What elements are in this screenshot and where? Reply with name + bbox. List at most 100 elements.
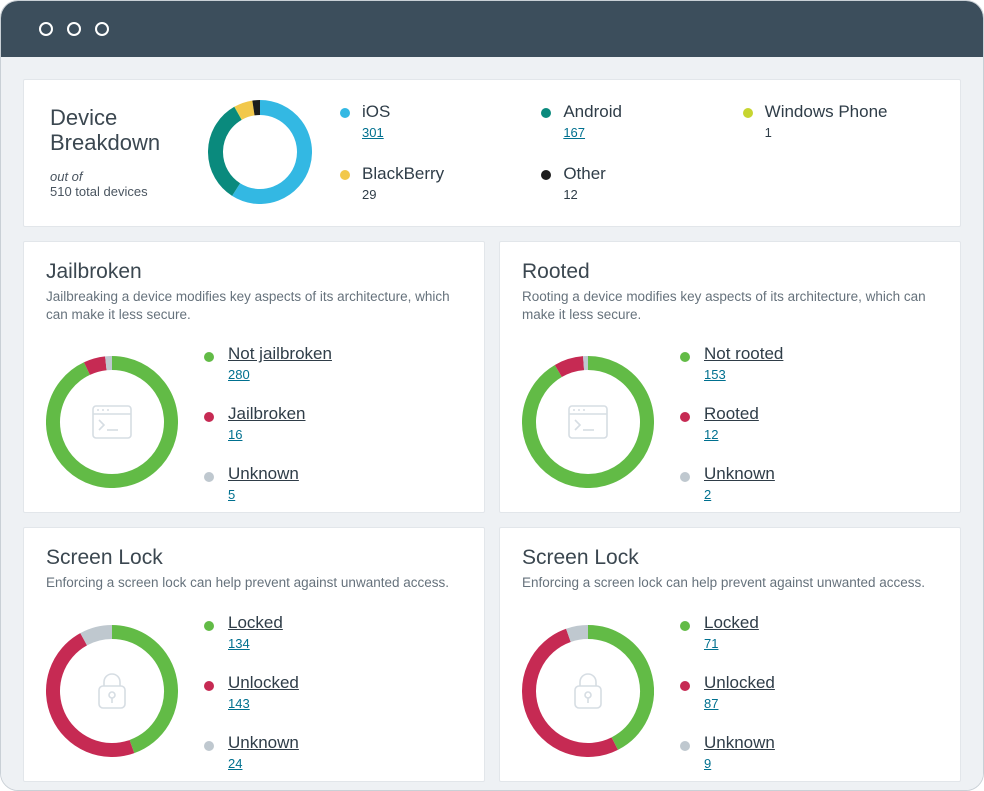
- panel-legend-value-link[interactable]: 12: [704, 427, 718, 442]
- panel-legend-item: Not jailbroken 280: [204, 344, 462, 382]
- panel-legend-value-link[interactable]: 2: [704, 487, 711, 502]
- panel-legend-label[interactable]: Jailbroken: [228, 404, 306, 424]
- panel-title: Screen Lock: [46, 546, 462, 570]
- legend-value: 12: [563, 187, 606, 202]
- legend-item: Windows Phone1: [743, 102, 934, 140]
- panel-legend-label[interactable]: Unlocked: [228, 673, 299, 693]
- legend-dot: [541, 108, 551, 118]
- panel-legend-item: Locked 134: [204, 613, 462, 651]
- panel-legend: Locked 134 Unlocked 143 Unknown 24: [204, 611, 462, 771]
- panel-body: Locked 71 Unlocked 87 Unknown 9: [522, 611, 938, 771]
- legend-dot: [680, 621, 690, 631]
- panel-legend-label[interactable]: Unknown: [704, 464, 775, 484]
- panel-legend-value: 143: [228, 696, 299, 711]
- panel-legend-item: Unknown 9: [680, 733, 938, 771]
- device-breakdown-donut: [208, 100, 312, 204]
- legend-dot: [340, 170, 350, 180]
- panel-legend-value-link[interactable]: 24: [228, 756, 242, 771]
- legend-dot: [680, 472, 690, 482]
- legend-label: Windows Phone: [765, 102, 888, 122]
- panel-legend-label[interactable]: Not jailbroken: [228, 344, 332, 364]
- panel-legend-value-link[interactable]: 143: [228, 696, 250, 711]
- panel-legend: Not rooted 153 Rooted 12 Unknown 2: [680, 342, 938, 502]
- panel-legend-item: Unlocked 87: [680, 673, 938, 711]
- panel-donut: [46, 356, 178, 488]
- panel-legend: Not jailbroken 280 Jailbroken 16 Unknown 5: [204, 342, 462, 502]
- panel-legend-value-link[interactable]: 9: [704, 756, 711, 771]
- panel-legend-item: Locked 71: [680, 613, 938, 651]
- page-content: Device Breakdown out of 510 total device…: [1, 57, 983, 790]
- app-window: Device Breakdown out of 510 total device…: [0, 0, 984, 791]
- legend-label: BlackBerry: [362, 164, 444, 184]
- panel-legend-value: 134: [228, 636, 283, 651]
- panel-legend-value: 71: [704, 636, 759, 651]
- panel-title: Jailbroken: [46, 260, 462, 284]
- panel-description: Enforcing a screen lock can help prevent…: [522, 574, 938, 592]
- panel-legend-label[interactable]: Locked: [704, 613, 759, 633]
- panel-legend-value: 9: [704, 756, 775, 771]
- security-panel: Screen Lock Enforcing a screen lock can h…: [23, 527, 485, 781]
- device-breakdown-legend: iOS 301 Android 167 Windows Phone1 BlackBerry…: [340, 102, 934, 202]
- panel-legend-value: 153: [704, 367, 783, 382]
- panel-grid: JailbrokenJailbreaking a device modifies…: [23, 241, 961, 782]
- panel-legend-value: 12: [704, 427, 759, 442]
- panel-legend-label[interactable]: Unknown: [228, 733, 299, 753]
- subtitle-prefix: out of: [50, 169, 83, 184]
- security-panel: JailbrokenJailbreaking a device modifies…: [23, 241, 485, 513]
- panel-legend-value: 24: [228, 756, 299, 771]
- legend-label: Android: [563, 102, 622, 122]
- legend-item: Android 167: [541, 102, 732, 140]
- legend-dot: [204, 621, 214, 631]
- legend-dot: [541, 170, 551, 180]
- legend-dot: [680, 741, 690, 751]
- device-breakdown-card: Device Breakdown out of 510 total device…: [23, 79, 961, 227]
- panel-legend-item: Rooted 12: [680, 404, 938, 442]
- panel-body: Not jailbroken 280 Jailbroken 16 Unknown 5: [46, 342, 462, 502]
- panel-legend-value: 5: [228, 487, 299, 502]
- legend-value-link[interactable]: 301: [362, 125, 384, 140]
- legend-value: 301: [362, 125, 390, 140]
- panel-donut: [522, 356, 654, 488]
- panel-legend-label[interactable]: Unknown: [228, 464, 299, 484]
- window-control-dot[interactable]: [95, 22, 109, 36]
- panel-legend-label[interactable]: Unlocked: [704, 673, 775, 693]
- legend-item: BlackBerry 29: [340, 164, 531, 202]
- panel-legend-value-link[interactable]: 153: [704, 367, 726, 382]
- terminal-icon: [46, 356, 178, 488]
- panel-legend-value-link[interactable]: 87: [704, 696, 718, 711]
- panel-description: Enforcing a screen lock can help prevent…: [46, 574, 462, 592]
- window-control-dot[interactable]: [67, 22, 81, 36]
- panel-legend-value-link[interactable]: 134: [228, 636, 250, 651]
- legend-label: iOS: [362, 102, 390, 122]
- panel-legend-label[interactable]: Not rooted: [704, 344, 783, 364]
- legend-value: 29: [362, 187, 444, 202]
- panel-legend-value: 16: [228, 427, 306, 442]
- panel-legend-label[interactable]: Locked: [228, 613, 283, 633]
- legend-value: 167: [563, 125, 622, 140]
- panel-legend-label[interactable]: Unknown: [704, 733, 775, 753]
- panel-legend-value: 87: [704, 696, 775, 711]
- legend-item: Other12: [541, 164, 732, 202]
- legend-value-link[interactable]: 167: [563, 125, 585, 140]
- panel-body: Not rooted 153 Rooted 12 Unknown 2: [522, 342, 938, 502]
- panel-legend-value-link[interactable]: 280: [228, 367, 250, 382]
- panel-legend-value-link[interactable]: 16: [228, 427, 242, 442]
- subtitle-total: 510 total devices: [50, 184, 148, 199]
- panel-legend-label[interactable]: Rooted: [704, 404, 759, 424]
- panel-legend-value-link[interactable]: 71: [704, 636, 718, 651]
- panel-legend: Locked 71 Unlocked 87 Unknown 9: [680, 611, 938, 771]
- lock-icon: [46, 625, 178, 757]
- legend-dot: [680, 412, 690, 422]
- panel-legend-item: Not rooted 153: [680, 344, 938, 382]
- security-panel: RootedRooting a device modifies key aspe…: [499, 241, 961, 513]
- legend-dot: [743, 108, 753, 118]
- panel-legend-value-link[interactable]: 5: [228, 487, 235, 502]
- lock-icon: [522, 625, 654, 757]
- security-panel: Screen LockEnforcing a screen lock can h…: [499, 527, 961, 781]
- legend-dot: [204, 412, 214, 422]
- window-control-dot[interactable]: [39, 22, 53, 36]
- device-breakdown-heading-block: Device Breakdown out of 510 total device…: [50, 105, 180, 200]
- legend-item: iOS 301: [340, 102, 531, 140]
- panel-legend-item: Unlocked 143: [204, 673, 462, 711]
- panel-donut: [522, 625, 654, 757]
